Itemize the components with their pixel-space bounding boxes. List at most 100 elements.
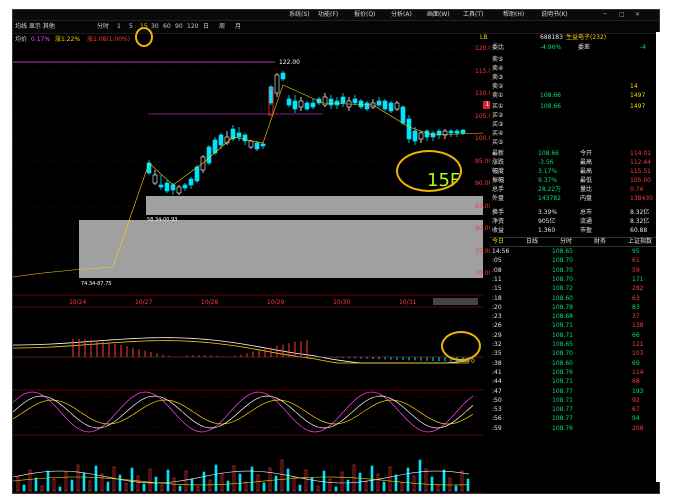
panel-tab[interactable]: 上证指数 [628,238,652,246]
tick-price: 108.65 [552,248,573,255]
order-label: 买③ [492,121,504,128]
low-label-2: 74.34-87.75 [81,281,111,287]
candle-body [254,142,260,150]
side-toolstrip[interactable] [656,32,664,482]
tick-time: :56 [492,415,502,423]
quote-label-2: 市盈 [580,227,593,234]
tick-time: 14:56 [492,248,510,255]
order-volume: 14 [630,83,638,90]
period-tab-5min[interactable]: 5 [129,21,133,33]
panel-tab[interactable]: 今日 [492,238,504,246]
panel-tab[interactable]: 分时 [560,238,572,246]
order-volume: 1497 [630,92,646,99]
sell-order-row: 卖③ [490,74,659,82]
close-icon[interactable]: ✕ [635,10,640,20]
volume-bar [262,482,266,492]
menu-item-tools[interactable]: 工具(T) [463,10,483,20]
quote-row: 涨跌 -3.56 最高 112.44 [490,159,659,167]
menu-item-help[interactable]: 帮助(H) [503,10,524,20]
period-tab-90min[interactable]: 90 [175,21,183,33]
period-tab-intraday[interactable]: 分时 [97,21,109,33]
volume-bar [22,484,26,492]
sell-order-row: 卖④ [490,65,659,73]
candle-body [358,100,364,108]
volume-bar [388,466,392,492]
volume-bar [82,472,86,492]
volume-bar [136,475,140,492]
period-tab-month[interactable]: 月 [235,21,241,33]
ratio-row: 委比 -4.96% 委差 -4 [490,44,659,52]
volume-bar [340,471,344,492]
info-seg3: 涨1.08(1.00%) [87,36,131,43]
volume-bar [322,470,326,492]
candle-body [248,140,254,148]
tick-time: :53 [492,406,502,414]
tick-time: :35 [492,350,502,358]
tick-time: :32 [492,341,502,348]
indicator-info-line: 均价 0.17% 涨1.22% 涨1.08(1.00%) [13,34,483,45]
order-price: 108.66 [540,103,561,110]
period-tab-60min[interactable]: 60 [163,21,171,33]
panel-tab[interactable]: 财务 [594,238,606,246]
order-label: 卖⑤ [492,56,504,63]
tick-price: 108.77 [552,406,573,414]
date-axis-label: 10/30 [333,299,350,306]
maximize-icon[interactable]: □ [619,10,625,20]
candle-body [388,102,394,112]
period-tab-120min[interactable]: 120 [187,21,198,33]
quote-label: 最新 [492,150,505,157]
tick-volume: 94 [632,415,640,423]
kline-chart[interactable]: 122.00 58.34-00.93 74.34-87.75 10/24 10/27 10… [13,45,483,493]
quote-label-2: 总市 [580,209,593,216]
order-label: 买④ [492,130,504,137]
candle-body [158,184,164,188]
quote-label: 涨跌 [492,159,505,166]
volume-bar [124,482,128,492]
volume-bar [58,486,62,492]
order-price: 108.66 [540,92,561,99]
menu-item-function[interactable]: 功能(F) [318,10,338,20]
tick-row: :35 108.70 103 [490,350,659,358]
buy-order-row: 买④ [490,130,659,138]
quote-value-2: 0.74 [630,186,644,193]
candle-body [274,74,280,94]
volume-bar [430,476,434,492]
period-tab-30min[interactable]: 30 [151,21,159,33]
tick-volume: 37 [632,313,640,321]
period-tab-day[interactable]: 日 [203,21,209,33]
volume-bar [364,480,368,492]
menu-item-analysis[interactable]: 分析(A) [391,10,412,20]
candle-body [176,186,182,194]
quote-value: 905亿 [538,218,556,225]
menu-item-window[interactable]: 画面(W) [427,10,450,20]
candle-body [286,98,292,106]
tick-row: :47 108.77 193 [490,388,659,396]
period-tab-week[interactable]: 周 [219,21,225,33]
tick-row: :44 108.71 68 [490,378,659,386]
menu-item-manual[interactable]: 说明书(K) [541,10,568,20]
candle-body [334,100,340,106]
candle-body [200,156,206,171]
candle-body [376,100,382,106]
volume-bar [286,468,290,492]
tick-price: 108.60 [552,294,573,302]
sell-order-row: 卖⑤ [490,56,659,64]
order-label: 买① [492,103,504,110]
menu-item-quote[interactable]: 报价(Q) [354,10,375,20]
menu-bar: 系统(S) 功能(F) 报价(Q) 分析(A) 画面(W) 工具(T) 帮助(H… [13,10,659,21]
period-tab-1min[interactable]: 1 [117,21,121,33]
volume-bar [178,485,182,492]
minimize-icon[interactable]: ─ [603,10,607,20]
tick-row: :18 108.60 63 [490,295,659,303]
volume-bar [214,464,218,492]
period-toolbar: 均线 显示 其他 分时 1 5 15 30 60 90 120 日 周 月 [13,21,659,34]
quote2-row: 净资 905亿 流通 8.32亿 [490,218,659,226]
volume-bar [250,466,254,492]
panel-tab[interactable]: 日线 [526,238,538,246]
volume-bar [418,459,422,492]
tick-time: :20 [492,303,502,311]
quote-value-2: 112.44 [630,159,651,166]
menu-item-system[interactable]: 系统(S) [289,10,310,20]
date-axis-label: 10/24 [69,299,86,306]
candle-body [436,130,442,136]
